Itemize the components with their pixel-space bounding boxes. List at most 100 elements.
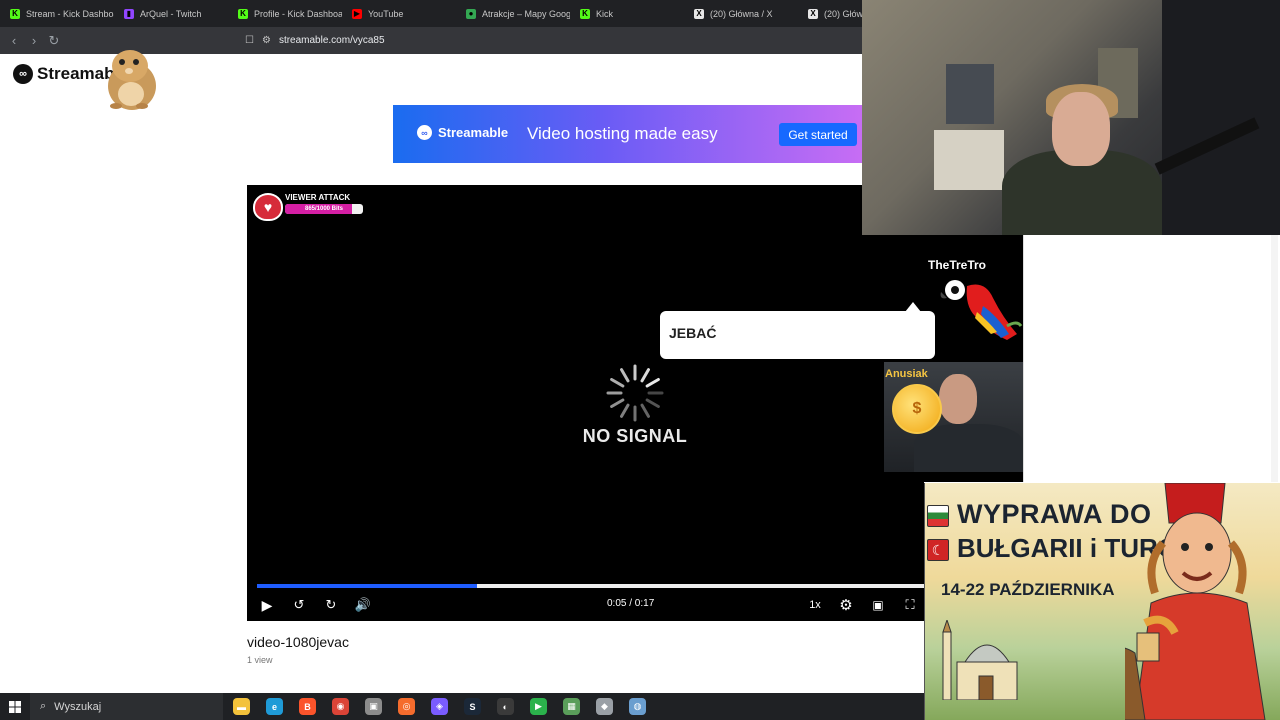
kick-icon: K <box>10 8 20 19</box>
edge-icon: e <box>266 698 283 715</box>
dresser <box>934 130 1004 190</box>
banner-brand-text: Streamable <box>438 125 509 140</box>
app-icon-2: ◈ <box>431 698 448 715</box>
browser-tab[interactable]: ● Atrakcje – Mapy Googl <box>456 0 570 27</box>
browser-tab-label: Atrakcje – Mapy Googl <box>482 8 570 19</box>
spinner-segment <box>640 403 650 418</box>
shield-app-icon: ◆ <box>596 698 613 715</box>
forward-5-icon[interactable]: ↻ <box>322 593 340 617</box>
site-info-icon[interactable]: ⚙ <box>262 35 271 46</box>
curtain <box>1162 0 1280 235</box>
taskbar-app[interactable]: ◈ <box>423 693 456 720</box>
browser-tab[interactable]: K Stream - Kick Dashboa <box>0 0 114 27</box>
browser-tab[interactable]: ▮ ArQuel - Twitch <box>114 0 228 27</box>
youtube-icon: ▶ <box>352 8 362 19</box>
turkey-flag-icon: ☾ <box>927 539 949 561</box>
rewind-5-icon[interactable]: ↺ <box>290 593 308 617</box>
volume-icon[interactable]: 🔊 <box>354 593 372 617</box>
view-count: 1 view <box>247 655 273 665</box>
taskbar-app[interactable]: ◐ <box>489 693 522 720</box>
back-icon[interactable]: ‹ <box>4 31 24 51</box>
play-icon[interactable]: ▶ <box>259 593 275 617</box>
playback-speed-button[interactable]: 1x <box>805 593 825 617</box>
browser-tab-label: Profile - Kick Dashboa <box>254 8 342 19</box>
taskbar-apps: ▬ e B ◉ ▣ ◎ ◈ S ◐ ▶ ▦ ◆ ◍ <box>225 693 654 720</box>
browser-tab[interactable]: ▶ YouTube <box>342 0 456 27</box>
taskbar-search-placeholder: Wyszukaj <box>54 700 102 713</box>
chat-bubble-tail <box>905 302 921 312</box>
browser-tab[interactable]: K Profile - Kick Dashboa <box>228 0 342 27</box>
obs-icon: ◐ <box>497 698 514 715</box>
origin-icon: ◎ <box>398 698 415 715</box>
streamable-logo-icon: ∞ <box>417 125 432 140</box>
fullscreen-icon[interactable]: ⛶ <box>900 593 920 617</box>
time-display: 0:05 / 0:17 <box>607 598 655 609</box>
app-icon: ▣ <box>365 698 382 715</box>
guest-name: Anusiak <box>885 368 928 380</box>
get-started-button[interactable]: Get started <box>779 123 857 146</box>
picture-in-picture-icon[interactable]: ▣ <box>868 593 888 617</box>
windows-taskbar: ⌕ Wyszukaj ▬ e B ◉ ▣ ◎ ◈ S ◐ ▶ ▦ ◆ ◍ <box>0 693 924 720</box>
taskbar-app[interactable]: ◆ <box>588 693 621 720</box>
spinner-segment <box>620 368 630 383</box>
guest-shirt <box>914 424 1023 472</box>
kick-icon: K <box>238 8 248 19</box>
poster-headline-1: WYPRAWA DO <box>957 499 1152 529</box>
spinner-segment <box>645 398 660 408</box>
banner-brand: ∞ Streamable <box>417 125 508 140</box>
spinner-segment <box>610 398 625 408</box>
taskbar-app[interactable]: ▦ <box>555 693 588 720</box>
play-app-icon: ▶ <box>530 698 547 715</box>
strawberry-icon: ♥ <box>253 193 283 221</box>
taskbar-search[interactable]: ⌕ Wyszukaj <box>30 693 223 720</box>
player-controls: ▶ ↺ ↻ 🔊 0:05 / 0:17 1x ⚙ ▣ ⛶ <box>247 593 924 621</box>
taskbar-app[interactable]: S <box>456 693 489 720</box>
scrollbar[interactable] <box>1271 235 1278 482</box>
chat-bubble: JEBAĆ <box>660 302 935 359</box>
hamster-sticker <box>108 50 156 110</box>
url-text: streamable.com/vyca85 <box>278 35 385 46</box>
poster-frame <box>946 64 994 124</box>
address-bar[interactable]: ☐ ⚙ streamable.com/vyca85 <box>245 29 862 52</box>
taskbar-app[interactable]: B <box>291 693 324 720</box>
taskbar-app[interactable]: ▣ <box>357 693 390 720</box>
bookmark-icon[interactable]: ☐ <box>245 35 254 46</box>
steam-icon: S <box>464 698 481 715</box>
loading-spinner-icon <box>606 364 664 422</box>
streamable-logo-icon: ∞ <box>13 64 33 84</box>
reload-icon[interactable]: ↻ <box>44 31 64 51</box>
taskbar-app[interactable]: ◍ <box>621 693 654 720</box>
taskbar-app[interactable]: e <box>258 693 291 720</box>
tiled-app-icon: ▦ <box>563 698 580 715</box>
taskbar-app[interactable]: ◎ <box>390 693 423 720</box>
file-explorer-icon: ▬ <box>233 698 250 715</box>
streamable-banner-ad[interactable]: ∞ Streamable Video hosting made easy Get… <box>393 105 862 163</box>
seek-bar-fill <box>257 584 478 588</box>
coin-icon: $ <box>892 384 942 434</box>
kick-icon: K <box>580 8 590 19</box>
browser-tab[interactable]: X (20) Główna / X <box>684 0 798 27</box>
taskbar-app[interactable]: ▬ <box>225 693 258 720</box>
x-icon: X <box>808 8 818 19</box>
search-icon: ⌕ <box>40 700 47 712</box>
settings-gear-icon[interactable]: ⚙ <box>836 593 856 617</box>
bulgaria-flag-icon <box>927 505 949 527</box>
taskbar-app[interactable]: ◉ <box>324 693 357 720</box>
chrome-icon: ◉ <box>332 698 349 715</box>
banner-tagline: Video hosting made easy <box>527 124 718 143</box>
browser-tab-label: Stream - Kick Dashboa <box>26 8 114 19</box>
twitch-icon: ▮ <box>124 8 134 19</box>
windows-start-icon[interactable] <box>0 693 30 720</box>
seek-bar[interactable] <box>257 584 924 588</box>
browser-tab[interactable]: X (20) Główn <box>798 0 862 27</box>
browser-tab[interactable]: K Kick <box>570 0 684 27</box>
taskbar-app[interactable]: ▶ <box>522 693 555 720</box>
no-signal-text: NO SIGNAL <box>582 426 688 446</box>
viewer-attack-widget: ♥ VIEWER ATTACK 865/1000 Bits <box>253 191 363 221</box>
forward-icon[interactable]: › <box>24 31 44 51</box>
parrot-icon <box>940 280 1023 340</box>
viewer-attack-count: 865/1000 Bits <box>304 206 344 212</box>
browser-tab-label: ArQuel - Twitch <box>140 8 202 19</box>
brave-icon: B <box>299 698 316 715</box>
video-player[interactable]: ♥ VIEWER ATTACK 865/1000 Bits NO SIGNAL … <box>247 185 924 621</box>
